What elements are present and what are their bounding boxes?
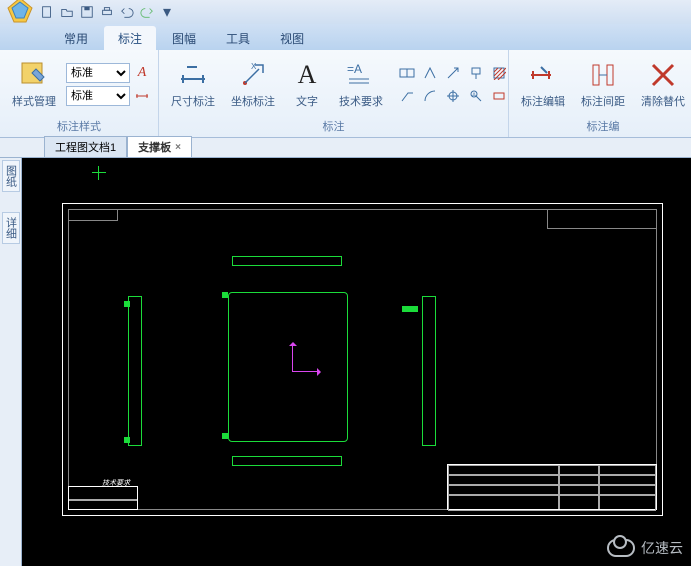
group-annotation-style: 样式管理 标准 A 标准 标注样式 bbox=[0, 50, 159, 137]
clear-override-label: 清除替代 bbox=[641, 93, 685, 109]
margin-block bbox=[547, 209, 657, 229]
style-manager-icon bbox=[18, 59, 50, 91]
cad-drawing: 技术要求 bbox=[22, 158, 691, 566]
weld-icon[interactable] bbox=[443, 63, 463, 83]
annotation-edit-icon bbox=[527, 59, 559, 91]
group-label-style: 标注样式 bbox=[6, 116, 152, 137]
text-icon: A bbox=[291, 59, 323, 91]
annotation-spacing-button[interactable]: 标注间距 bbox=[575, 57, 631, 111]
ribbon-tabs: 常用 标注 图幅 工具 视图 bbox=[0, 24, 691, 50]
annotation-spacing-label: 标注间距 bbox=[581, 93, 625, 109]
text-label: 文字 bbox=[296, 93, 318, 109]
annotation-edit-label: 标注编辑 bbox=[521, 93, 565, 109]
workspace: 图纸 详细 bbox=[0, 158, 691, 566]
part-bottom-bar bbox=[232, 456, 342, 466]
center-icon[interactable] bbox=[443, 86, 463, 106]
tab-common[interactable]: 常用 bbox=[50, 26, 102, 50]
part-top-bar bbox=[232, 256, 342, 266]
tab-frame[interactable]: 图幅 bbox=[158, 26, 210, 50]
annotation-spacing-icon bbox=[587, 59, 619, 91]
style-manager-label: 样式管理 bbox=[12, 93, 56, 109]
style-manager-button[interactable]: 样式管理 bbox=[6, 57, 62, 111]
doctab-label: 工程图文档1 bbox=[55, 139, 116, 155]
group-label-annotation: 标注 bbox=[165, 116, 502, 137]
qat-redo-icon[interactable] bbox=[138, 3, 156, 21]
doctab-support-plate[interactable]: 支撑板 × bbox=[127, 136, 192, 157]
qat-undo-icon[interactable] bbox=[118, 3, 136, 21]
hatch-icon[interactable] bbox=[489, 63, 509, 83]
qat-print-icon[interactable] bbox=[98, 3, 116, 21]
watermark: 亿速云 bbox=[607, 538, 683, 558]
qat-open-icon[interactable] bbox=[58, 3, 76, 21]
part-mark bbox=[124, 301, 130, 307]
doctab-drawing1[interactable]: 工程图文档1 bbox=[44, 136, 127, 157]
svg-text:=A: =A bbox=[347, 62, 362, 76]
style-combo-2[interactable]: 标准 bbox=[66, 86, 130, 106]
sidebar: 图纸 详细 bbox=[0, 158, 22, 566]
quick-access-toolbar: ▾ bbox=[0, 0, 691, 24]
axis-x-icon bbox=[292, 371, 320, 372]
symbol-icon[interactable] bbox=[489, 86, 509, 106]
app-icon bbox=[4, 0, 36, 28]
text-button[interactable]: A 文字 bbox=[285, 57, 329, 111]
document-tabs: 工程图文档1 支撑板 × bbox=[0, 138, 691, 158]
tab-annotation[interactable]: 标注 bbox=[104, 26, 156, 50]
part-mark bbox=[222, 292, 228, 298]
close-icon[interactable]: × bbox=[175, 142, 181, 153]
coordinate-label: 坐标标注 bbox=[231, 93, 275, 109]
roughness-icon[interactable] bbox=[420, 63, 440, 83]
balloon-icon[interactable]: A bbox=[466, 86, 486, 106]
rev-block bbox=[68, 486, 138, 510]
part-mark bbox=[222, 433, 228, 439]
part-mark bbox=[124, 437, 130, 443]
group-annotation: 尺寸标注 X 坐标标注 A 文字 =A 技术要求 bbox=[159, 50, 509, 137]
coordinate-button[interactable]: X 坐标标注 bbox=[225, 57, 281, 111]
dimension-icon bbox=[177, 59, 209, 91]
part-mark bbox=[402, 306, 418, 312]
arc-icon[interactable] bbox=[420, 86, 440, 106]
title-block bbox=[447, 464, 657, 510]
sidebar-item-details[interactable]: 详细 bbox=[2, 212, 20, 244]
qat-dropdown-icon[interactable]: ▾ bbox=[158, 3, 176, 21]
qat-new-icon[interactable] bbox=[38, 3, 56, 21]
ribbon: 样式管理 标准 A 标准 标注样式 尺寸标注 X bbox=[0, 50, 691, 138]
group-annotation-edit: 标注编辑 标注间距 清除替代 标注编 bbox=[509, 50, 691, 137]
clear-override-button[interactable]: 清除替代 bbox=[635, 57, 691, 111]
margin-block bbox=[68, 209, 118, 221]
cloud-icon bbox=[607, 539, 635, 557]
svg-text:X: X bbox=[251, 62, 257, 71]
clear-override-icon bbox=[647, 59, 679, 91]
dim-style-icon[interactable] bbox=[132, 86, 152, 106]
cursor-crosshair bbox=[92, 166, 106, 180]
qat-save-icon[interactable] bbox=[78, 3, 96, 21]
tech-req-label: 技术要求 bbox=[339, 93, 383, 109]
dimension-button[interactable]: 尺寸标注 bbox=[165, 57, 221, 111]
tech-req-button[interactable]: =A 技术要求 bbox=[333, 57, 389, 111]
style-combo-1[interactable]: 标准 bbox=[66, 63, 130, 83]
annotation-edit-button[interactable]: 标注编辑 bbox=[515, 57, 571, 111]
tab-view[interactable]: 视图 bbox=[266, 26, 318, 50]
svg-text:A: A bbox=[472, 93, 476, 99]
tech-req-icon: =A bbox=[345, 59, 377, 91]
group-label-edit: 标注编 bbox=[515, 116, 691, 137]
tab-tools[interactable]: 工具 bbox=[212, 26, 264, 50]
datum-icon[interactable] bbox=[466, 63, 486, 83]
text-style-icon[interactable]: A bbox=[132, 63, 152, 83]
doctab-label: 支撑板 bbox=[138, 139, 171, 155]
axis-y-icon bbox=[292, 343, 293, 371]
tolerance-icon[interactable] bbox=[397, 63, 417, 83]
leader-icon[interactable] bbox=[397, 86, 417, 106]
part-left-column bbox=[128, 296, 142, 446]
cad-viewport[interactable]: 技术要求 亿速云 bbox=[22, 158, 691, 566]
watermark-text: 亿速云 bbox=[641, 538, 683, 558]
coordinate-icon: X bbox=[237, 59, 269, 91]
part-center-plate bbox=[228, 292, 348, 442]
dimension-label: 尺寸标注 bbox=[171, 93, 215, 109]
sidebar-item-sheets[interactable]: 图纸 bbox=[2, 160, 20, 192]
part-right-column bbox=[422, 296, 436, 446]
